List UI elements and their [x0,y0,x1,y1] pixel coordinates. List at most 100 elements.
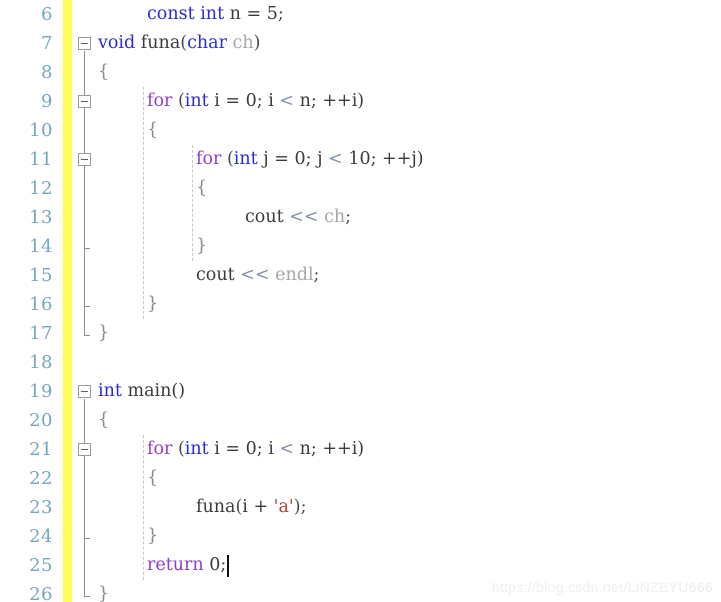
code-token-punc: ; [313,265,320,285]
line-number: 9 [41,91,53,112]
code-token-num: 5 [266,4,278,24]
code-token-id: funa [135,33,181,53]
code-token-brace: { [147,468,159,488]
code-token-id: i + [242,497,274,517]
minus-box-icon[interactable] [78,385,91,398]
code-line[interactable]: cout << endl; [196,261,319,290]
line-number: 12 [29,178,53,199]
code-token-kw: char [187,33,227,53]
text-caret [227,555,230,577]
fold-guide-line [84,167,85,248]
code-token-punc: ; [220,555,227,575]
code-token-brace: } [147,526,159,546]
code-token-kw: int [200,4,225,24]
code-token-ctl: for [147,91,173,111]
code-token-id: i = [208,439,246,459]
code-token-dim: ch [324,207,346,227]
line-number: 10 [29,120,53,141]
code-token-kw: void [98,33,136,53]
code-token-op: < [279,439,295,459]
minus-box-icon[interactable] [78,37,91,50]
code-token-id: funa [196,497,236,517]
code-line[interactable]: const int n = 5; [147,0,284,29]
code-token-id: i = [208,91,246,111]
code-token-kw: int [233,149,258,169]
code-token-num: 0 [245,439,257,459]
fold-guide-end-tick [84,596,90,597]
code-line[interactable]: } [196,232,207,261]
code-token-id: j = [257,149,295,169]
line-number-gutter: 6 7 8 9 10 11 12 13 14 15 16 17 18 19 20 21 22 23 24 25 26 [0,0,63,602]
code-editor[interactable]: 6 7 8 9 10 11 12 13 14 15 16 17 18 19 20 21 22 23 24 25 26 c… [0,0,721,602]
line-number: 7 [41,33,53,54]
indent-guide [143,435,144,580]
code-token-num: 10 [348,149,371,169]
code-line[interactable]: { [196,174,207,203]
code-token-num: 0 [294,149,306,169]
code-token-brace: } [147,294,159,314]
code-token-num: 0 [245,91,257,111]
code-line[interactable]: funa(i + 'a'); [196,493,306,522]
line-number: 18 [29,352,53,373]
minus-box-icon[interactable] [78,95,91,108]
code-content-area[interactable]: const int n = 5; void funa(char ch){for (… [98,0,721,602]
code-line[interactable]: { [98,58,109,87]
line-number: 24 [29,526,53,547]
code-token-punc: ; [345,207,352,227]
code-token-id: ; ++j) [370,149,424,169]
line-number: 14 [29,236,53,257]
code-token-brace: { [98,62,110,82]
code-token-op: < [279,91,295,111]
code-token-id: cout [245,207,290,227]
code-token-id: n = [224,4,267,24]
line-number: 20 [29,410,53,431]
code-token-brace: { [147,120,159,140]
line-number: 19 [29,381,53,402]
code-line[interactable]: { [98,406,109,435]
code-token-brace: } [98,323,110,343]
code-line[interactable]: for (int i = 0; i < n; ++i) [147,87,364,116]
code-token-id: ; i [256,439,280,459]
code-token-ctl: for [147,439,173,459]
code-line[interactable]: return 0; [147,551,226,580]
code-token-id: main() [121,381,186,401]
code-line[interactable]: cout << ch; [245,203,351,232]
code-token-punc: ( [172,439,185,459]
code-line[interactable]: { [147,464,158,493]
minus-box-icon[interactable] [78,153,91,166]
code-token-punc: ( [221,149,234,169]
code-token-kw: int [98,381,122,401]
code-token-punc: ( [172,91,185,111]
fold-guide-end-tick [84,248,90,249]
code-token-id: ; i [256,91,280,111]
code-token-op: << [240,265,270,285]
fold-guide-line [84,457,85,538]
code-line[interactable]: } [147,290,158,319]
code-line[interactable]: int main() [98,377,185,406]
code-token-punc: ) [293,497,301,517]
outlining-fold-margin[interactable] [72,0,98,602]
code-token-str: 'a' [273,497,294,517]
fold-guide-end-tick [84,538,90,539]
code-line[interactable]: } [98,580,109,602]
code-line[interactable]: } [98,319,109,348]
code-token-punc: ; [300,497,307,517]
code-line[interactable]: for (int j = 0; j < 10; ++j) [196,145,424,174]
code-token-id: cout [196,265,241,285]
code-token-num: 0 [209,555,221,575]
line-number: 15 [29,265,53,286]
minus-box-icon[interactable] [78,443,91,456]
code-token-brace: } [98,584,110,602]
code-token-op: << [289,207,319,227]
code-line[interactable]: void funa(char ch) [98,29,260,58]
code-line[interactable]: for (int i = 0; i < n; ++i) [147,435,364,464]
code-line[interactable]: } [147,522,158,551]
line-number: 22 [29,468,53,489]
code-line[interactable]: { [147,116,158,145]
fold-guide-end-tick [84,335,90,336]
line-number: 11 [29,149,53,170]
code-token-punc: ) [253,33,261,53]
code-token-id: ; j [305,149,329,169]
line-number: 13 [29,207,53,228]
code-token-kw: const [147,4,195,24]
